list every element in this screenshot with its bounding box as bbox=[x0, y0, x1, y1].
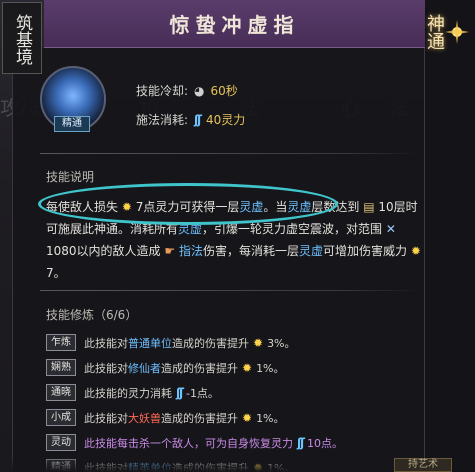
description-keyword: 指法 bbox=[175, 244, 203, 258]
skill-title: 惊蛰冲虚指 bbox=[169, 13, 300, 37]
description-keyword: 灵虚 bbox=[287, 200, 312, 214]
star-icon: ✹ bbox=[253, 335, 264, 350]
upgrade-text: 此技能对 bbox=[84, 336, 128, 350]
upgrade-value: 10点。 bbox=[306, 436, 343, 450]
upgrade-row: 通晓 此技能的灵力消耗 ʃʃ -1点。 bbox=[46, 380, 426, 405]
description-text: 7点灵力可获得一层 bbox=[131, 200, 240, 214]
upgrade-target: 普通单位 bbox=[128, 336, 172, 350]
cooldown-label: 技能冷却: bbox=[136, 84, 189, 98]
description-text: 伤害，每消耗一层 bbox=[202, 244, 299, 258]
description-text: 1080以内的敌人造成 bbox=[46, 244, 165, 258]
skill-tier-label: 精通 bbox=[54, 116, 90, 132]
skill-description: 每使敌人损失 ✹ 7点灵力可获得一层灵虚。当灵虚层数达到 ▤ 10层时可施展此神… bbox=[46, 196, 426, 284]
scroll-icon: ▤ bbox=[363, 200, 375, 214]
upgrade-text: 造成的伤害提升 bbox=[172, 336, 249, 350]
upgrade-tier-tag: 小成 bbox=[46, 409, 76, 426]
divider bbox=[40, 153, 420, 154]
description-text: ，引爆一轮灵力虚空震波，对范围 bbox=[202, 222, 386, 236]
bottom-fade bbox=[12, 455, 425, 472]
description-text: 每使敌人损失 bbox=[46, 200, 122, 214]
skill-type-badge: 神通 bbox=[424, 14, 445, 50]
right-edge-background bbox=[425, 0, 475, 472]
upgrade-text: 此技能的灵力消耗 bbox=[84, 386, 172, 400]
upgrade-text: 造成的伤害提升 bbox=[161, 361, 238, 375]
star-icon: ✹ bbox=[242, 410, 253, 425]
description-text: 可增加伤害威力 bbox=[322, 244, 411, 258]
upgrade-tier-tag: 灵动 bbox=[46, 434, 76, 451]
bottom-tab-button[interactable]: 持艺术 bbox=[394, 458, 452, 472]
description-section-title: 技能说明 bbox=[46, 170, 95, 184]
upgrade-text: 此技能对 bbox=[84, 361, 128, 375]
upgrade-row: 乍炼 此技能对 普通单位 造成的伤害提升 ✹ 3%。 bbox=[46, 330, 426, 355]
mana-icon: ʃʃ bbox=[194, 112, 202, 127]
star-icon: ✹ bbox=[410, 244, 421, 258]
description-text: 7。 bbox=[46, 266, 66, 280]
mana-icon: ʃʃ bbox=[176, 385, 184, 400]
finger-icon: ☛ bbox=[164, 244, 176, 258]
upgrade-row: 小成 此技能对 大妖兽 造成的伤害提升 ✹ 1%。 bbox=[46, 405, 426, 430]
description-keyword: 灵虚 bbox=[298, 244, 323, 258]
cost-row: 施法消耗: ʃʃ 40灵力 bbox=[136, 111, 245, 128]
divider bbox=[40, 290, 420, 291]
description-text: 层数达到 bbox=[311, 200, 364, 214]
upgrade-target: 大妖兽 bbox=[128, 411, 161, 425]
upgrade-target: 修仙者 bbox=[128, 361, 161, 375]
range-icon: ✕ bbox=[385, 222, 396, 236]
upgrade-value: -1点。 bbox=[185, 386, 219, 400]
description-text: 。当 bbox=[263, 200, 288, 214]
upgrade-value: 1%。 bbox=[256, 361, 285, 375]
upgrade-row: 娴熟 此技能对 修仙者 造成的伤害提升 ✹ 1%。 bbox=[46, 355, 426, 380]
cost-label: 施法消耗: bbox=[136, 113, 189, 127]
upgrade-row: 灵动 此技能每击杀一个敌人，可为自身恢复灵力 ʃʃ 10点。 bbox=[46, 430, 426, 455]
upgrade-text: 造成的伤害提升 bbox=[161, 411, 238, 425]
clock-icon: ◕ bbox=[194, 83, 205, 98]
description-keyword: 灵虚 bbox=[239, 200, 264, 214]
cooldown-row: 技能冷却: ◕ 60秒 bbox=[136, 82, 238, 99]
description-keyword: 灵虚 bbox=[178, 222, 203, 236]
cost-value: 40灵力 bbox=[206, 113, 246, 127]
upgrade-text: 此技能对 bbox=[84, 411, 128, 425]
star-icon: ✹ bbox=[121, 200, 132, 214]
upgrade-value: 3%。 bbox=[267, 336, 296, 350]
realm-tag: 筑基境 bbox=[2, 2, 42, 74]
upgrade-text: 此技能每击杀一个敌人，可为自身恢复灵力 bbox=[84, 436, 293, 450]
star-icon: ✹ bbox=[242, 360, 253, 375]
upgrade-value: 1%。 bbox=[256, 411, 285, 425]
upgrades-section-title: 技能修炼（6/6） bbox=[46, 308, 138, 322]
cooldown-value: 60秒 bbox=[210, 84, 238, 98]
upgrade-tier-tag: 娴熟 bbox=[46, 359, 76, 376]
upgrade-list: 乍炼 此技能对 普通单位 造成的伤害提升 ✹ 3%。 娴熟 此技能对 修仙者 造成的伤害提升 ✹… bbox=[46, 330, 426, 472]
skill-header: 惊蛰冲虚指 bbox=[44, 0, 425, 48]
mana-icon: ʃʃ bbox=[297, 435, 305, 450]
upgrade-tier-tag: 乍炼 bbox=[46, 334, 76, 351]
upgrade-tier-tag: 通晓 bbox=[46, 384, 76, 401]
